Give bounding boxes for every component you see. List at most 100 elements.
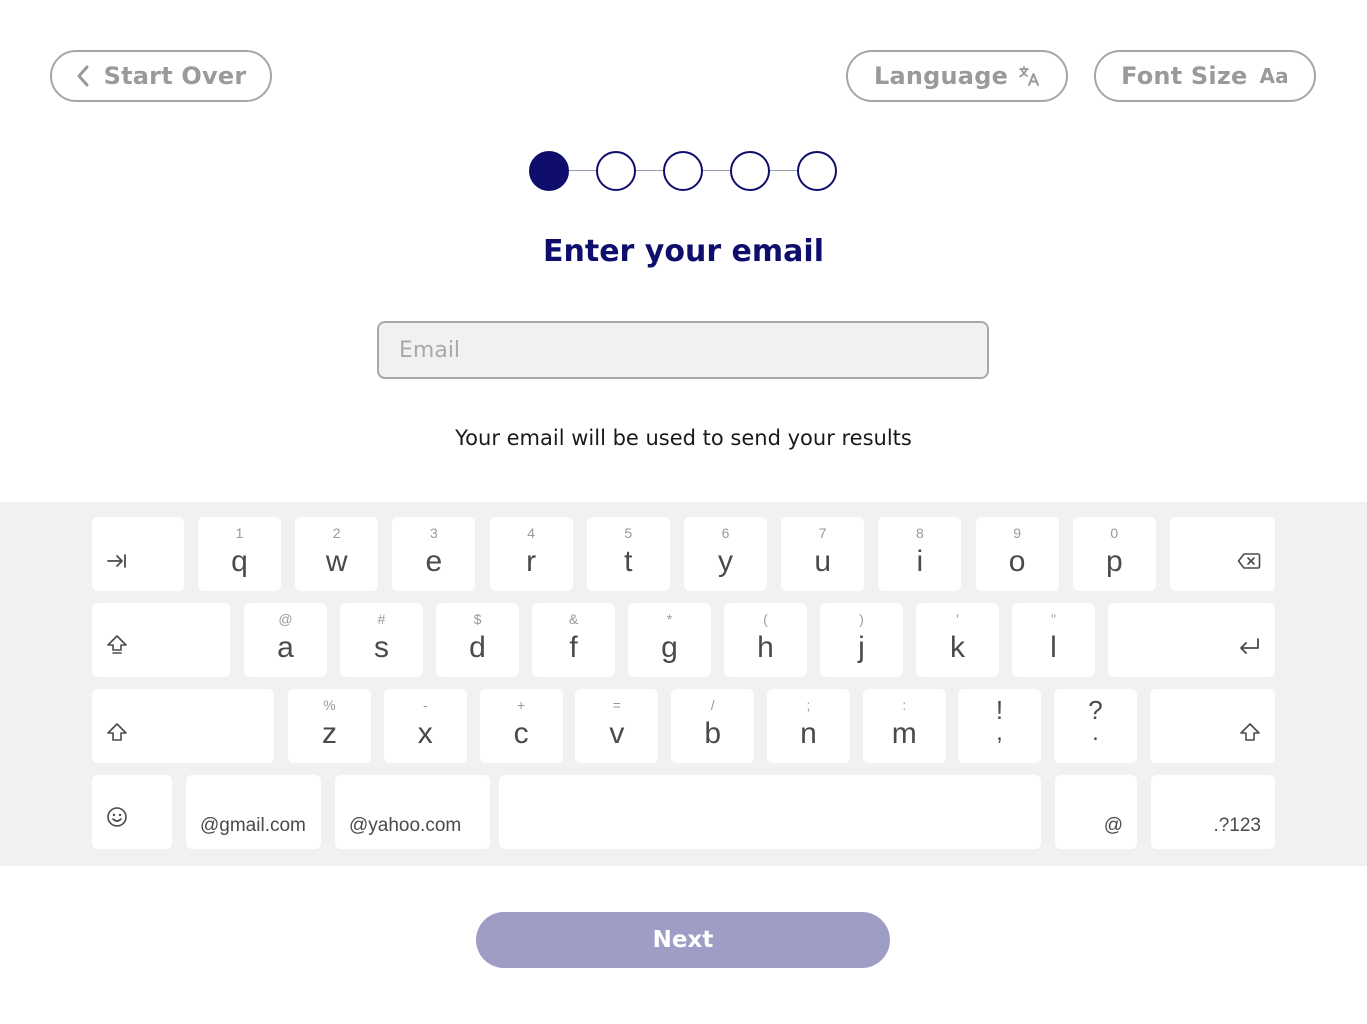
key-main-label: p bbox=[1105, 545, 1123, 578]
key-g[interactable]: * g bbox=[628, 603, 711, 677]
backspace-icon bbox=[1237, 552, 1261, 575]
backspace-key[interactable] bbox=[1170, 517, 1275, 591]
key-main-label: i bbox=[916, 545, 924, 578]
key-u[interactable]: 7u bbox=[781, 517, 865, 591]
key-z[interactable]: % z bbox=[288, 689, 371, 763]
key-j[interactable]: ) j bbox=[820, 603, 903, 677]
step-dot-3 bbox=[663, 151, 703, 191]
key-secondary-label: 2 bbox=[332, 525, 341, 541]
key-main-label: u bbox=[814, 545, 832, 578]
key-w[interactable]: 2w bbox=[295, 517, 379, 591]
key-o[interactable]: 9o bbox=[975, 517, 1059, 591]
key-main-label: n bbox=[800, 717, 817, 750]
key-l[interactable]: " l bbox=[1012, 603, 1095, 677]
key-main-label: k bbox=[950, 631, 965, 664]
caps-lock-key[interactable] bbox=[92, 603, 230, 677]
chevron-left-icon bbox=[76, 65, 90, 87]
language-label: Language bbox=[873, 62, 1009, 90]
key-main-label: w bbox=[325, 545, 348, 578]
key-h[interactable]: (h bbox=[724, 603, 807, 677]
gmail-key[interactable]: @gmail.com bbox=[186, 775, 321, 849]
key-d[interactable]: $ d bbox=[436, 603, 519, 677]
key-main-label: b bbox=[704, 717, 722, 750]
key-k[interactable]: ' k bbox=[916, 603, 999, 677]
key-secondary-label: 8 bbox=[915, 525, 924, 541]
key-secondary-label: ( bbox=[763, 611, 768, 627]
key-m[interactable]: :m bbox=[862, 689, 946, 763]
step-dot-1 bbox=[529, 151, 569, 191]
key-period[interactable]: ?. bbox=[1054, 689, 1137, 763]
yahoo-key[interactable]: @yahoo.com bbox=[335, 775, 490, 849]
key-secondary-label: / bbox=[710, 697, 715, 713]
key-main-label: c bbox=[513, 717, 529, 750]
key-secondary-label: 6 bbox=[721, 525, 730, 541]
key-e[interactable]: 3e bbox=[392, 517, 476, 591]
emoji-icon bbox=[106, 806, 128, 833]
key-c[interactable]: + c bbox=[479, 689, 563, 763]
email-input[interactable] bbox=[377, 321, 989, 379]
key-secondary-label: * bbox=[666, 611, 673, 627]
tab-icon bbox=[106, 552, 128, 575]
emoji-key[interactable] bbox=[92, 775, 172, 849]
key-secondary-label: @ bbox=[278, 611, 293, 627]
at-key[interactable]: @ bbox=[1055, 775, 1137, 849]
key-x[interactable]: -x bbox=[383, 689, 467, 763]
key-b[interactable]: / b bbox=[671, 689, 755, 763]
key-secondary-label: : bbox=[902, 697, 907, 713]
key-secondary-label: ' bbox=[956, 611, 959, 627]
key-secondary-label: = bbox=[612, 697, 621, 713]
helper-text: Your email will be used to send your res… bbox=[455, 426, 912, 450]
caps-lock-icon bbox=[106, 634, 128, 661]
key-secondary-label: $ bbox=[473, 611, 482, 627]
step-dot-5 bbox=[797, 151, 837, 191]
key-main-label: y bbox=[718, 545, 733, 578]
language-button[interactable]: Language bbox=[846, 50, 1068, 102]
font-size-label: Font Size bbox=[1121, 62, 1248, 90]
key-main-label: , bbox=[996, 719, 1003, 746]
font-size-button[interactable]: Font Size Aa bbox=[1094, 50, 1316, 102]
key-v[interactable]: = v bbox=[575, 689, 659, 763]
numbers-key[interactable]: .?123 bbox=[1151, 775, 1275, 849]
key-secondary-label: 4 bbox=[527, 525, 535, 541]
space-key[interactable] bbox=[499, 775, 1041, 849]
key-i[interactable]: 8i bbox=[878, 517, 962, 591]
start-over-label: Start Over bbox=[103, 62, 247, 90]
key-main-label: a bbox=[277, 631, 294, 664]
key-p[interactable]: 0p bbox=[1072, 517, 1156, 591]
key-secondary-label: & bbox=[568, 611, 579, 627]
key-y[interactable]: 6y bbox=[684, 517, 767, 591]
key-main-label: j bbox=[858, 631, 865, 664]
key-main-label: v bbox=[609, 717, 625, 750]
page-title: Enter your email bbox=[543, 234, 824, 269]
key-t[interactable]: 5t bbox=[586, 517, 670, 591]
key-n[interactable]: ; n bbox=[767, 689, 850, 763]
key-secondary-label: # bbox=[377, 611, 386, 627]
enter-key[interactable] bbox=[1108, 603, 1275, 677]
key-s[interactable]: # s bbox=[340, 603, 423, 677]
key-main-label: g bbox=[661, 631, 678, 664]
key-main-label: r bbox=[526, 545, 537, 578]
key-main-label: e bbox=[425, 545, 443, 578]
shift-key-right[interactable] bbox=[1150, 689, 1275, 763]
key-secondary-label: - bbox=[422, 697, 428, 713]
key-q[interactable]: 1q bbox=[198, 517, 281, 591]
key-secondary-label: + bbox=[517, 697, 526, 713]
shift-key-left[interactable] bbox=[92, 689, 274, 763]
key-main-label: . bbox=[1092, 719, 1099, 746]
translate-icon bbox=[1018, 65, 1040, 87]
at-label: @ bbox=[1103, 815, 1123, 836]
key-main-label: l bbox=[1050, 631, 1057, 664]
key-secondary-label: 7 bbox=[818, 525, 827, 541]
key-secondary-label: 0 bbox=[1110, 525, 1119, 541]
text-size-icon: Aa bbox=[1259, 64, 1289, 88]
tab-key[interactable] bbox=[92, 517, 184, 591]
key-comma[interactable]: !, bbox=[958, 689, 1041, 763]
start-over-button[interactable]: Start Over bbox=[50, 50, 272, 102]
key-main-label: s bbox=[374, 631, 389, 664]
key-r[interactable]: 4r bbox=[489, 517, 573, 591]
key-f[interactable]: & f bbox=[532, 603, 615, 677]
on-screen-keyboard: 1q2w3e4r5t6y7u8i9o0p @ a # s $ d & f * g(h) j ' k " l … bbox=[0, 502, 1367, 866]
key-a[interactable]: @ a bbox=[244, 603, 327, 677]
next-button[interactable]: Next bbox=[476, 912, 890, 968]
key-main-label: t bbox=[624, 545, 633, 578]
